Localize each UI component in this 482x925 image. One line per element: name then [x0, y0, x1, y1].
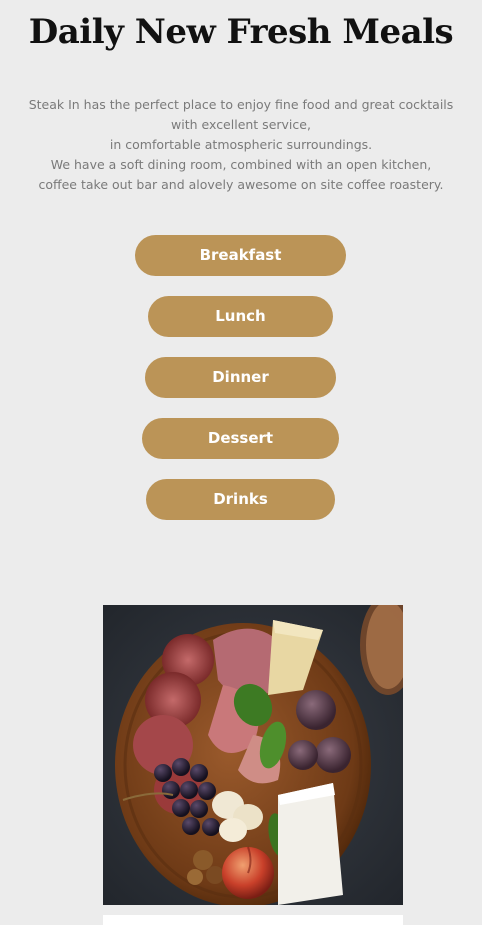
card-panel	[103, 915, 403, 925]
intro-line: in comfortable atmospheric surroundings.	[109, 137, 373, 152]
dinner-button[interactable]: Dinner	[145, 357, 336, 398]
charcuterie-board-image	[103, 605, 403, 905]
intro-text: Steak In has the perfect place to enjoy …	[18, 95, 464, 195]
intro-line: Steak In has the perfect place to enjoy …	[28, 97, 454, 132]
lunch-button[interactable]: Lunch	[148, 296, 333, 337]
dessert-button[interactable]: Dessert	[142, 418, 339, 459]
drinks-button[interactable]: Drinks	[146, 479, 335, 520]
page-title: Daily New Fresh Meals	[28, 12, 454, 52]
intro-line: We have a soft dining room, combined wit…	[50, 157, 432, 172]
breakfast-button[interactable]: Breakfast	[135, 235, 346, 276]
intro-line: coffee take out bar and alovely awesome …	[38, 177, 444, 192]
